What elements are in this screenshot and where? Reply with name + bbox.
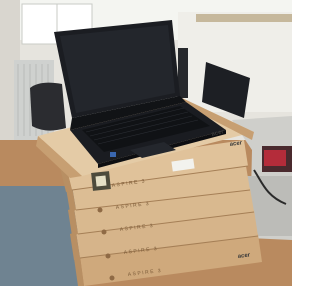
office-chair: [30, 82, 66, 131]
shelf: [196, 14, 292, 22]
laptop-sticker: [110, 152, 116, 157]
photo-scene: ASPIRE 3 ASPIRE 3 ASPIRE 3 ASPIRE 3 ASPI…: [0, 0, 292, 286]
monitor-edge: [178, 48, 188, 98]
photo-illustration: ASPIRE 3 ASPIRE 3 ASPIRE 3 ASPIRE 3 ASPI…: [0, 0, 292, 286]
carpet: [0, 186, 80, 286]
